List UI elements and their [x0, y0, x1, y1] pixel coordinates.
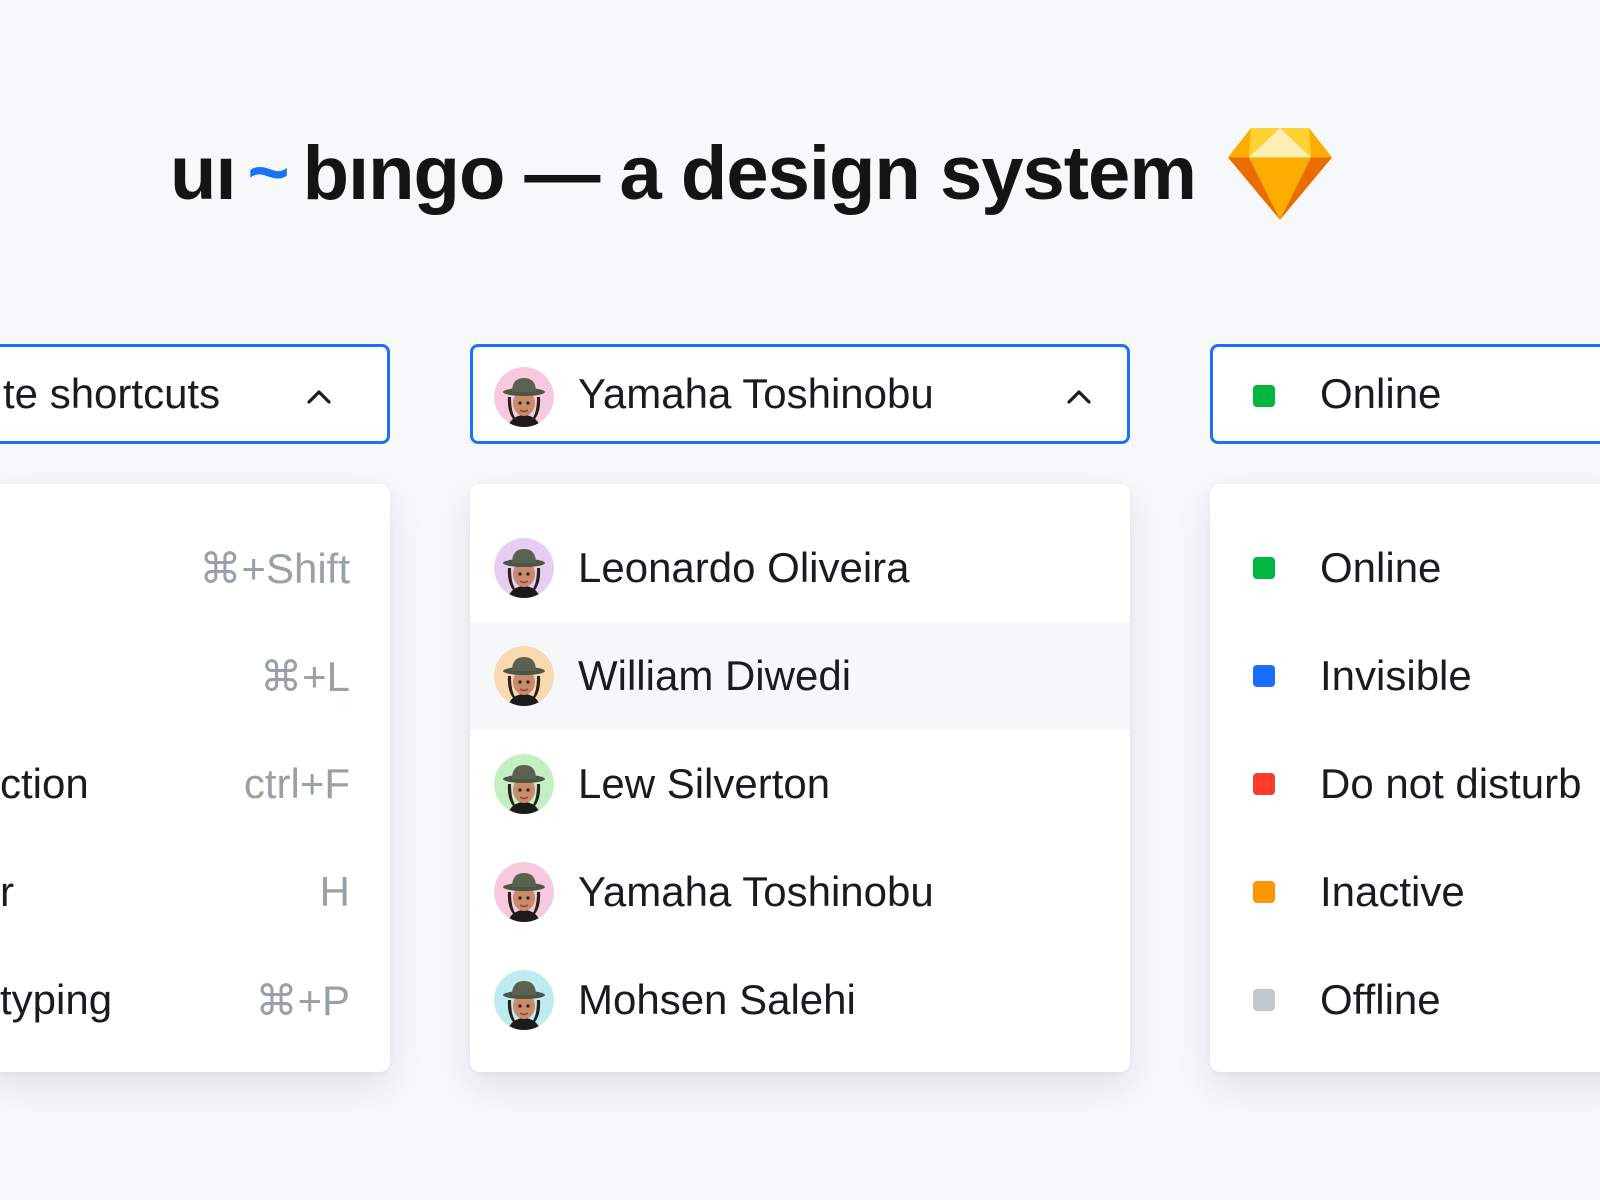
chevron-up-icon[interactable] [303, 381, 335, 413]
chevron-up-icon[interactable] [1063, 381, 1095, 413]
shortcuts-menu: ⌘+Shift ⌘+L ction ctrl+F r H typing ⌘+P [0, 484, 390, 1072]
status-dot [1253, 385, 1275, 407]
shortcut-item-label: typing [0, 976, 113, 1023]
user-item-highlighted[interactable]: William Diwedi [470, 622, 1130, 730]
status-select-label: Online [1320, 370, 1442, 417]
shortcut-item-label: r [0, 868, 14, 915]
user-item[interactable]: Leonardo Oliveira [470, 514, 1130, 622]
shortcut-key: H [319, 868, 350, 915]
shortcut-item[interactable]: ⌘+L [0, 622, 390, 730]
memoji-avatar-icon [494, 538, 554, 598]
status-item-label: Do not disturb [1320, 760, 1582, 807]
shortcut-key: ⌘+Shift [199, 544, 350, 592]
brand-ui: uı [170, 130, 237, 216]
memoji-avatar-icon [494, 367, 554, 427]
user-item[interactable]: Mohsen Salehi [470, 946, 1130, 1054]
status-item-label: Invisible [1320, 652, 1472, 699]
memoji-avatar-icon [494, 754, 554, 814]
status-item-label: Inactive [1320, 868, 1465, 915]
sketch-diamond-icon [1227, 128, 1332, 220]
shortcuts-select-label: te shortcuts [3, 370, 221, 417]
user-item-name: Leonardo Oliveira [578, 544, 910, 591]
user-item-name: Mohsen Salehi [578, 976, 856, 1023]
status-dot [1253, 773, 1275, 795]
status-item-label: Offline [1320, 976, 1441, 1023]
shortcut-item[interactable]: typing ⌘+P [0, 946, 390, 1054]
status-item-offline[interactable]: Offline [1210, 946, 1600, 1054]
shortcut-key: ⌘+P [255, 976, 350, 1024]
status-item-dnd[interactable]: Do not disturb [1210, 730, 1600, 838]
status-dot [1253, 989, 1275, 1011]
status-select[interactable]: Online [1210, 344, 1600, 444]
status-item-online[interactable]: Online [1210, 514, 1600, 622]
user-item[interactable]: Lew Silverton [470, 730, 1130, 838]
user-item-name: William Diwedi [578, 652, 852, 699]
brand-tilde: ~ [247, 133, 290, 213]
brand-bingo: bıngo [302, 130, 506, 216]
status-item-label: Online [1320, 544, 1442, 591]
status-item-invisible[interactable]: Invisible [1210, 622, 1600, 730]
shortcuts-select[interactable]: te shortcuts [0, 344, 390, 444]
status-item-inactive[interactable]: Inactive [1210, 838, 1600, 946]
title-subtitle: — a design system [524, 130, 1196, 216]
memoji-avatar-icon [494, 862, 554, 922]
user-item[interactable]: Yamaha Toshinobu [470, 838, 1130, 946]
user-item-name: Lew Silverton [578, 760, 831, 807]
status-menu: Online Invisible Do not disturb Inactive… [1210, 484, 1600, 1072]
user-item-name: Yamaha Toshinobu [578, 868, 934, 915]
user-menu: Leonardo Oliveira William Diwedi Lew Sil… [470, 484, 1130, 1072]
shortcut-key: ctrl+F [243, 760, 350, 807]
shortcut-item-label: ction [0, 760, 89, 807]
shortcut-item[interactable]: r H [0, 838, 390, 946]
memoji-avatar-icon [494, 970, 554, 1030]
status-dot [1253, 881, 1275, 903]
status-dot [1253, 665, 1275, 687]
user-select[interactable]: Yamaha Toshinobu [470, 344, 1130, 444]
shortcut-key: ⌘+L [260, 652, 350, 700]
page-title: uı ~ bıngo — a design system [170, 118, 1332, 228]
shortcut-item[interactable]: ⌘+Shift [0, 514, 390, 622]
memoji-avatar-icon [494, 646, 554, 706]
shortcut-item[interactable]: ction ctrl+F [0, 730, 390, 838]
user-select-label: Yamaha Toshinobu [578, 370, 934, 417]
status-dot [1253, 557, 1275, 579]
